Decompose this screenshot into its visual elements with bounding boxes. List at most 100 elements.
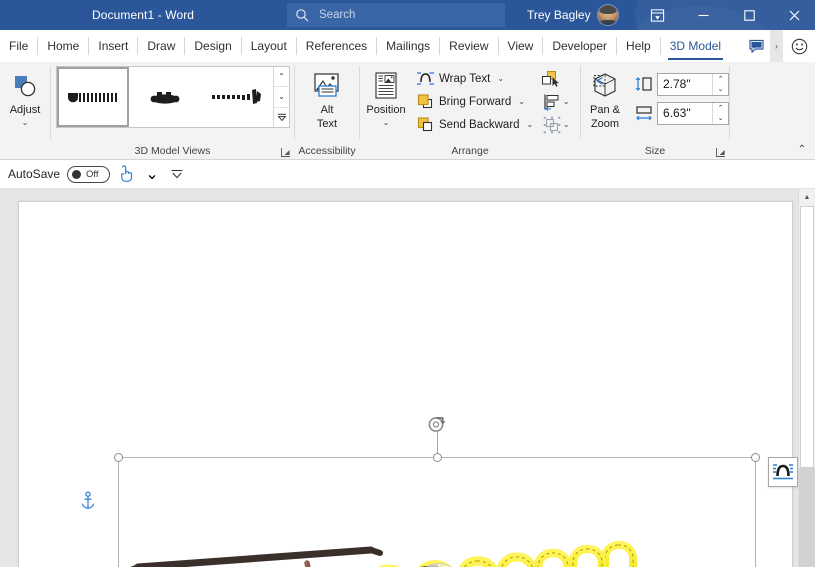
resize-handle-top-left[interactable] — [114, 453, 123, 462]
scroll-up-button[interactable]: ▲ — [799, 189, 815, 206]
maximize-icon — [744, 9, 755, 21]
tab-review[interactable]: Review — [440, 30, 497, 62]
vertical-scrollbar[interactable]: ▲ — [798, 189, 815, 567]
tab-label: Home — [47, 39, 80, 53]
arrange-command-stack: Wrap Text ⌄ Bring Forward ⌄ Send Backwar… — [412, 66, 536, 136]
resize-handle-top-center[interactable] — [432, 453, 442, 462]
tab-developer[interactable]: Developer — [543, 30, 616, 62]
adjust-button[interactable]: Adjust ⌄ — [1, 66, 49, 127]
avatar-hair — [599, 5, 617, 14]
shape-height-spinner[interactable]: ⌃ ⌄ — [657, 72, 729, 96]
avatar[interactable] — [597, 4, 619, 26]
alt-text-label-line2: Text — [316, 118, 338, 130]
tab-help[interactable]: Help — [617, 30, 660, 62]
rotate-handle-icon — [428, 417, 446, 432]
shape-width-down[interactable]: ⌄ — [713, 113, 728, 124]
size-dialog-launcher[interactable] — [715, 146, 726, 157]
thumbnail-bike-rack-front — [68, 93, 117, 103]
minimize-button[interactable] — [681, 0, 726, 30]
feedback-button[interactable] — [783, 35, 815, 57]
align-objects-button[interactable]: ⌄ — [536, 90, 576, 113]
ribbon-tabs-right-cluster: › — [742, 30, 815, 62]
save-touch-icon — [121, 165, 133, 182]
tab-draw[interactable]: Draw — [138, 30, 184, 62]
maximize-button[interactable] — [727, 0, 772, 30]
tab-label: File — [9, 39, 29, 53]
close-button[interactable] — [773, 0, 815, 30]
alt-text-button[interactable]: Alt Text — [298, 66, 356, 131]
pan-and-zoom-button[interactable]: Pan & Zoom — [581, 66, 629, 131]
avatar-shirt — [598, 20, 618, 25]
save-dropdown-button[interactable]: ⌄ — [144, 163, 160, 185]
gallery-item-view-angled[interactable] — [201, 67, 273, 127]
scrollbar-thumb[interactable] — [800, 206, 814, 468]
shape-height-up[interactable]: ⌃ — [713, 74, 728, 85]
shape-width-spinner[interactable]: ⌃ ⌄ — [657, 101, 729, 125]
tab-insert[interactable]: Insert — [89, 30, 137, 62]
close-icon — [789, 10, 799, 20]
ribbon-group-adjust: Adjust ⌄ — [0, 62, 50, 160]
autosave-toggle[interactable]: Off — [67, 165, 111, 183]
arrange-icon-column: ⌄ ⌄ — [536, 66, 576, 136]
comments-button[interactable] — [742, 35, 770, 57]
autosave-label: AutoSave — [8, 167, 61, 181]
document-canvas[interactable]: ▲ — [0, 189, 815, 567]
tab-references[interactable]: References — [297, 30, 376, 62]
tab-file[interactable]: File — [0, 30, 37, 62]
tab-label: References — [305, 39, 368, 53]
selection-pane-button[interactable] — [536, 67, 564, 90]
object-anchor-icon — [80, 491, 96, 511]
thumbnail-bike-rack-top — [150, 92, 180, 104]
position-button[interactable]: Position ⌄ — [360, 66, 412, 127]
shape-width-up[interactable]: ⌃ — [713, 103, 728, 114]
tab-label: Developer — [552, 39, 608, 53]
gallery-scroll-up[interactable]: ⌃ — [274, 67, 289, 88]
shape-height-icon — [633, 74, 655, 94]
bring-forward-caret: ⌄ — [518, 97, 525, 106]
shape-height-arrows: ⌃ ⌄ — [712, 73, 728, 95]
size-fields: ⌃ ⌄ ⌃ — [633, 66, 729, 129]
tab-view[interactable]: View — [499, 30, 543, 62]
3d-model-views-dialog-launcher[interactable] — [280, 146, 291, 157]
wrap-text-button[interactable]: Wrap Text ⌄ — [412, 67, 536, 90]
search-input[interactable] — [319, 9, 499, 21]
send-backward-button[interactable]: Send Backward ⌄ — [412, 113, 536, 136]
bring-forward-button[interactable]: Bring Forward ⌄ — [412, 90, 536, 113]
customize-qat-icon — [171, 169, 183, 179]
shape-height-down[interactable]: ⌄ — [713, 84, 728, 95]
resize-handle-top-right[interactable] — [751, 453, 760, 462]
group-label-text: Size — [644, 145, 666, 157]
tab-layout[interactable]: Layout — [242, 30, 296, 62]
ribbon-display-options-button[interactable] — [635, 0, 680, 30]
layout-options-square-wrap-icon — [773, 464, 793, 480]
selection-frame[interactable] — [114, 417, 760, 567]
quick-access-toolbar: AutoSave Off ⌄ — [0, 160, 815, 189]
gallery-item-view-front[interactable] — [57, 67, 129, 127]
tab-3d-model[interactable]: 3D Model — [661, 30, 730, 62]
tab-mailings[interactable]: Mailings — [377, 30, 439, 62]
shape-width-input[interactable] — [658, 102, 712, 124]
tab-home[interactable]: Home — [38, 30, 88, 62]
autosave-state: Off — [86, 168, 99, 180]
collapse-ribbon-button[interactable]: ⌃ — [793, 141, 811, 157]
search-box[interactable] — [287, 3, 505, 27]
rotate-handle[interactable] — [427, 414, 447, 434]
group-objects-button[interactable]: ⌄ — [536, 113, 576, 136]
ribbon-overflow-chevron[interactable]: › — [770, 30, 783, 62]
shape-height-input[interactable] — [658, 73, 712, 95]
3d-model-views-gallery[interactable]: ⌃ ⌄ — [56, 66, 290, 128]
group-caret: ⌄ — [562, 120, 570, 129]
save-button[interactable] — [116, 163, 138, 185]
customize-quick-access-toolbar-button[interactable] — [166, 163, 188, 185]
scrollbar-track-lower[interactable] — [799, 468, 815, 567]
gallery-more-button[interactable] — [274, 108, 289, 127]
gallery-scroll-down[interactable]: ⌄ — [274, 87, 289, 108]
pan-zoom-label-line1: Pan & — [590, 104, 620, 116]
layout-options-button[interactable] — [768, 457, 798, 487]
adjust-caret: ⌄ — [21, 118, 29, 127]
tab-design[interactable]: Design — [185, 30, 240, 62]
gallery-scroll-controls: ⌃ ⌄ — [273, 67, 289, 127]
user-name[interactable]: Trey Bagley — [527, 8, 591, 22]
ribbon-group-arrange: Position ⌄ Wrap Text ⌄ Bring Forward ⌄ S… — [360, 62, 580, 160]
gallery-item-view-top[interactable] — [129, 67, 201, 127]
